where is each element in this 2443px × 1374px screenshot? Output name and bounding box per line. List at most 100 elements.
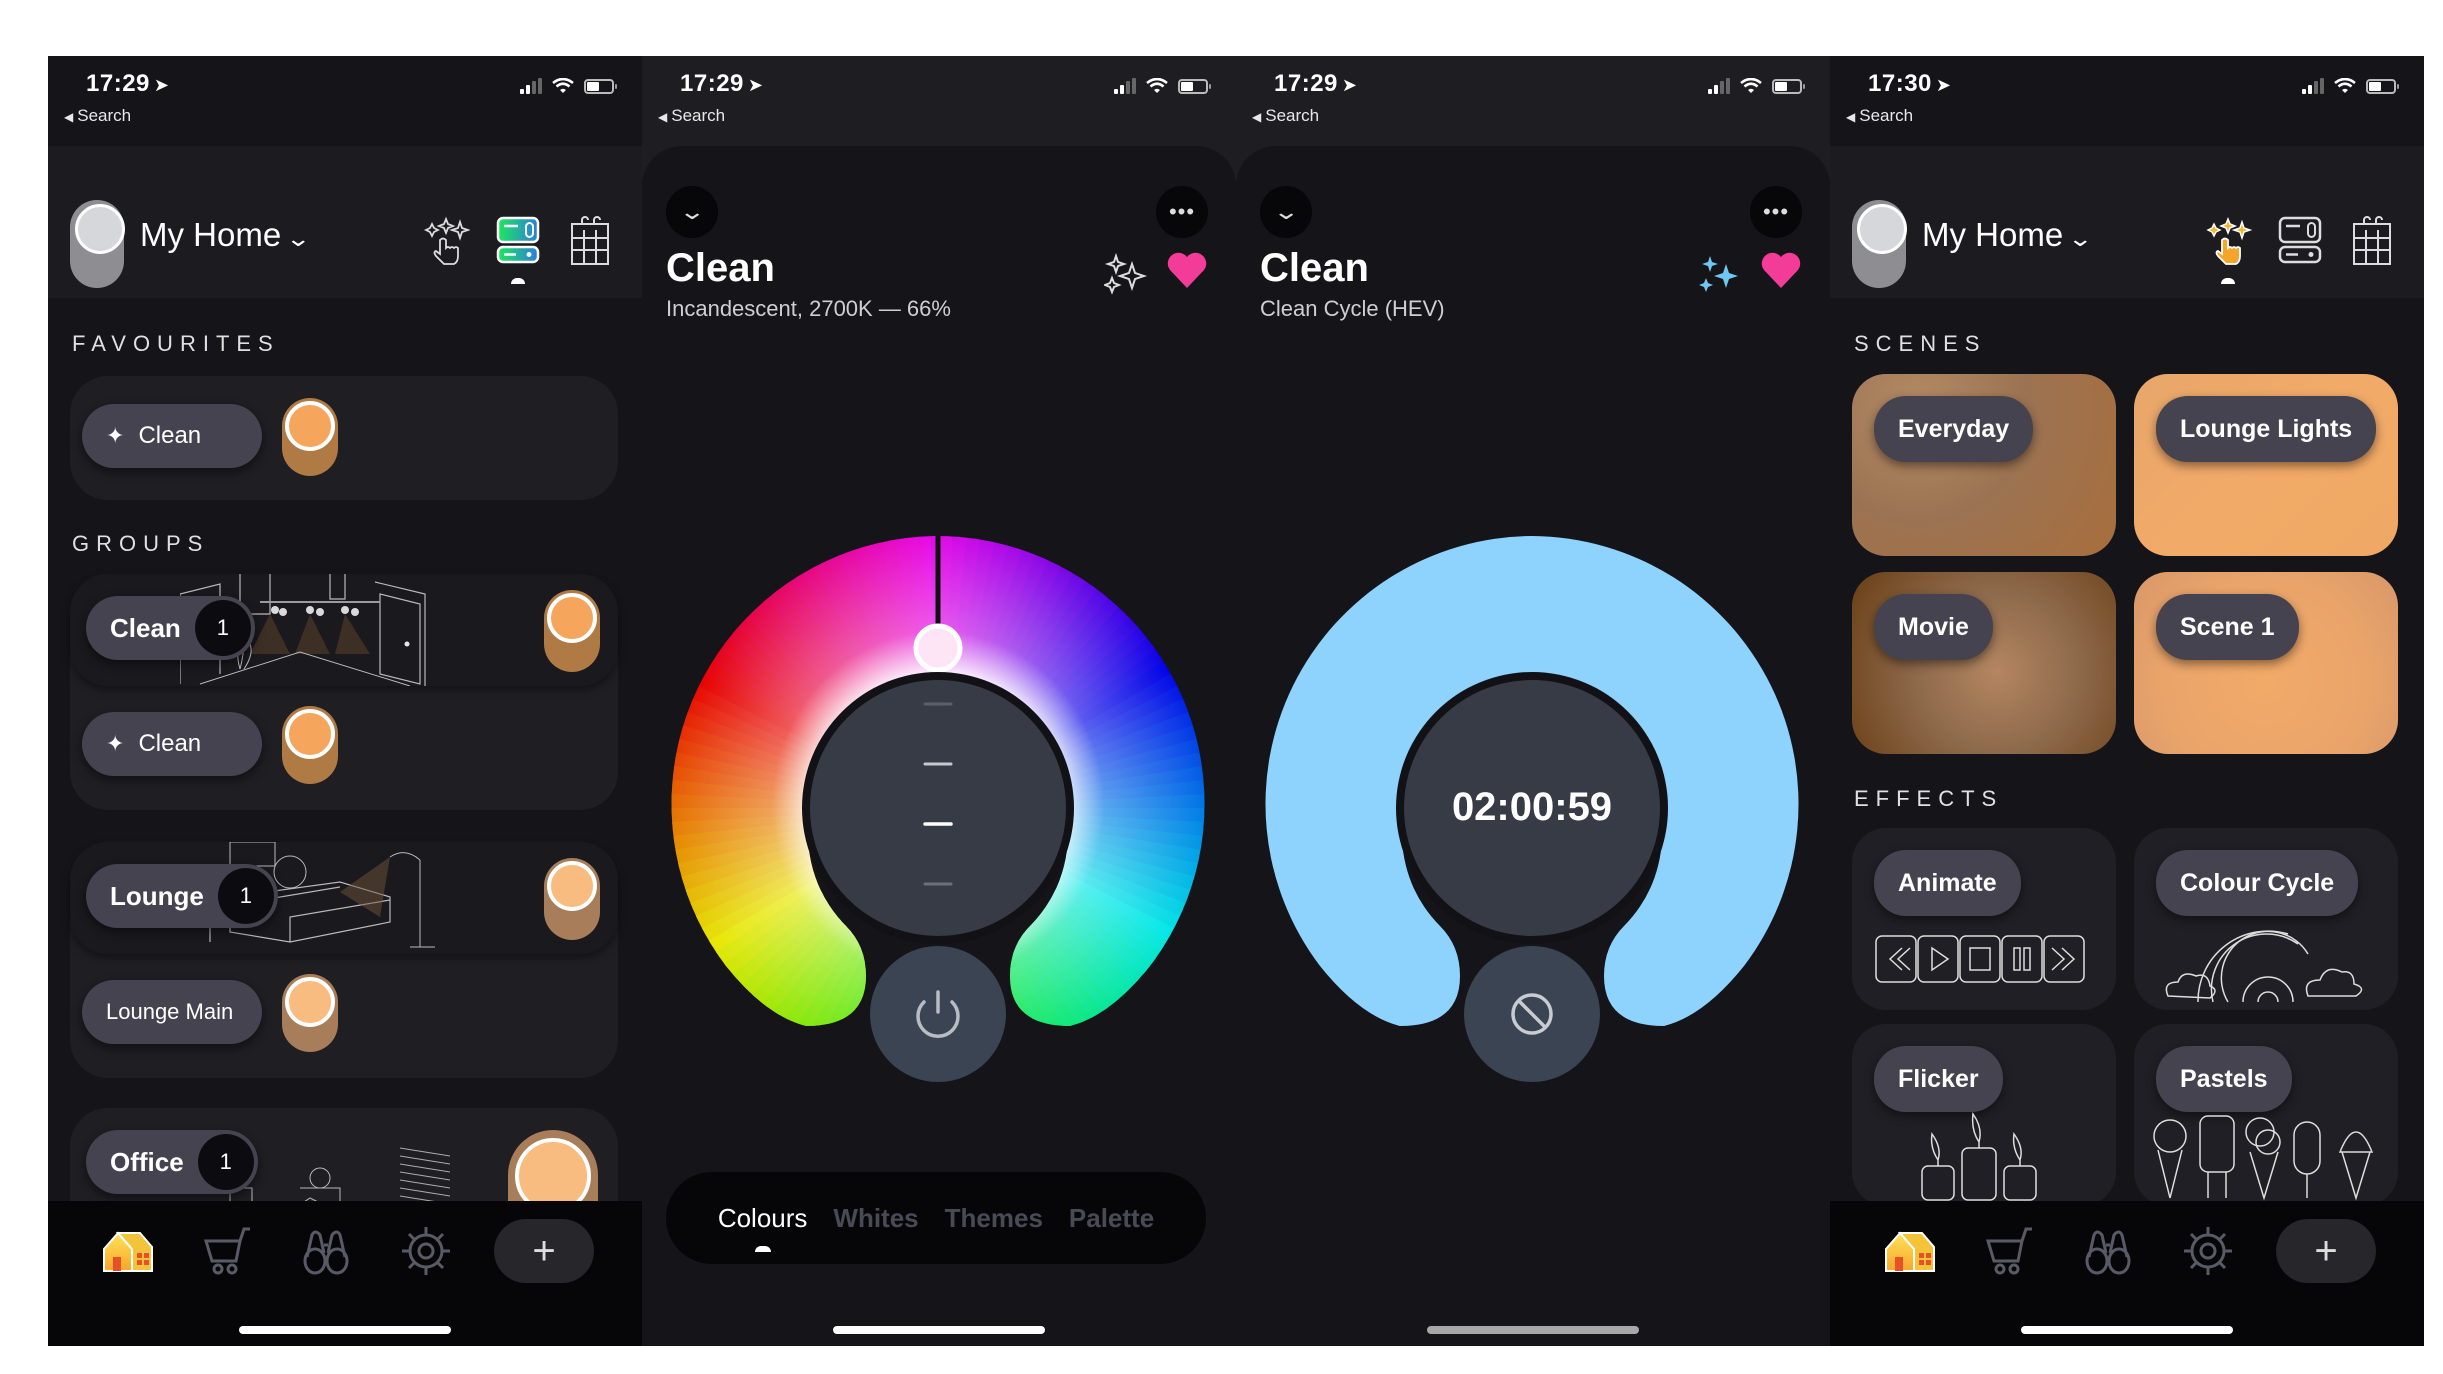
chevron-down-icon: ⌄: [1272, 199, 1300, 224]
control-sheet: ⌄ ••• Clean Incandescent, 2700K — 66% Co…: [642, 146, 1236, 1346]
active-indicator: [511, 278, 525, 284]
wifi-icon: [2334, 78, 2356, 93]
effects-sparkles-icon[interactable]: [1104, 252, 1148, 296]
tab-colours[interactable]: Colours: [718, 1203, 807, 1252]
favourites-heading: FAVOURITES: [72, 331, 280, 356]
effect-label: Colour Cycle: [2156, 850, 2359, 916]
back-to-search-link[interactable]: ◀ Search: [1846, 106, 1913, 126]
scenes-hand-sparkle-icon[interactable]: [2204, 216, 2253, 284]
collapse-button[interactable]: ⌄: [666, 186, 718, 238]
location-arrow-icon: ➤: [747, 75, 764, 95]
scene-label: Everyday: [1874, 396, 2034, 462]
cellular-signal-icon: [1114, 78, 1136, 94]
add-button[interactable]: +: [494, 1219, 594, 1283]
home-screen: 17:29 ➤ ◀ Search My Home ⌄ FAVOURITES ✦ …: [48, 56, 642, 1346]
location-arrow-icon: ➤: [153, 75, 170, 95]
light-title: Clean: [1260, 246, 1369, 290]
effect-tile-flicker[interactable]: Flicker: [1852, 1024, 2116, 1206]
active-indicator: [2221, 278, 2235, 284]
effect-tile-colour-cycle[interactable]: Colour Cycle: [2134, 828, 2398, 1010]
mode-tabs: Colours Whites Themes Palette: [666, 1172, 1206, 1264]
back-to-search-link[interactable]: ◀ Search: [658, 106, 725, 126]
tab-themes[interactable]: Themes: [945, 1203, 1043, 1234]
group-card-lounge: Lounge 1 Lounge Main: [70, 842, 618, 1078]
colour-picker-handle[interactable]: [913, 623, 963, 673]
settings-gear-icon[interactable]: [2180, 1223, 2236, 1279]
favourite-clean-toggle[interactable]: [282, 398, 338, 476]
back-to-search-link[interactable]: ◀ Search: [64, 106, 131, 126]
home-selector[interactable]: My Home ⌄: [140, 216, 311, 254]
schedule-calendar-icon[interactable]: [2348, 216, 2396, 266]
discover-binoculars-icon[interactable]: [2080, 1223, 2136, 1279]
group-clean-toggle[interactable]: [544, 590, 600, 672]
device-clean-toggle[interactable]: [282, 706, 338, 784]
more-options-button[interactable]: •••: [1750, 186, 1802, 238]
tab-palette[interactable]: Palette: [1069, 1203, 1154, 1234]
home-icon[interactable]: [1882, 1223, 1938, 1279]
light-title: Clean: [666, 246, 775, 290]
device-count-badge: 1: [197, 1134, 254, 1190]
effect-tile-animate[interactable]: Animate: [1852, 828, 2116, 1010]
location-arrow-icon: ➤: [1935, 75, 1952, 95]
scene-tile-scene-1[interactable]: Scene 1: [2134, 572, 2398, 754]
brightness-dial[interactable]: [810, 680, 1066, 936]
effect-label: Animate: [1874, 850, 2021, 916]
home-power-toggle[interactable]: [1852, 200, 1907, 288]
schedule-calendar-icon[interactable]: [566, 216, 614, 266]
status-bar: 17:29 ➤ ◀ Search: [48, 56, 642, 146]
control-sheet: ⌄ ••• Clean Clean Cycle (HEV) 02:00:59: [1236, 146, 1830, 1346]
home-header: My Home ⌄: [1830, 146, 2424, 298]
devices-toggle-icon[interactable]: [494, 216, 542, 284]
discover-binoculars-icon[interactable]: [298, 1223, 354, 1279]
wifi-icon: [552, 78, 574, 93]
home-indicator: [239, 1326, 451, 1334]
chevron-down-icon: ⌄: [678, 199, 706, 224]
settings-gear-icon[interactable]: [398, 1223, 454, 1279]
home-selector[interactable]: My Home ⌄: [1922, 216, 2093, 254]
effect-tile-pastels[interactable]: Pastels: [2134, 1024, 2398, 1206]
bottom-tab-bar: +: [48, 1201, 642, 1346]
device-clean-button[interactable]: ✦ Clean: [82, 712, 262, 776]
group-lounge-button[interactable]: Lounge 1: [86, 864, 278, 928]
shop-cart-icon[interactable]: [1982, 1223, 2038, 1279]
cellular-signal-icon: [520, 78, 542, 94]
more-options-button[interactable]: •••: [1156, 186, 1208, 238]
scene-tile-everyday[interactable]: Everyday: [1852, 374, 2116, 556]
battery-icon: [2366, 78, 2399, 94]
group-lounge-toggle[interactable]: [544, 858, 600, 940]
scene-tile-lounge-lights[interactable]: Lounge Lights: [2134, 374, 2398, 556]
battery-icon: [1772, 78, 1805, 94]
scenes-hand-sparkle-icon[interactable]: [422, 216, 470, 266]
effects-sparkles-icon[interactable]: [1698, 252, 1742, 296]
device-lounge-main-button[interactable]: Lounge Main: [82, 980, 262, 1044]
favourite-heart-icon[interactable]: [1166, 250, 1208, 290]
media-controls-art-icon: [1875, 935, 2085, 983]
power-button[interactable]: [870, 946, 1006, 1082]
status-time: 17:30 ➤: [1868, 70, 1952, 97]
favourite-heart-icon[interactable]: [1760, 250, 1802, 290]
home-indicator: [1427, 1326, 1639, 1334]
home-indicator: [833, 1326, 1045, 1334]
bottom-tab-bar: +: [1830, 1201, 2424, 1346]
device-lounge-main-toggle[interactable]: [282, 974, 338, 1052]
wifi-icon: [1146, 78, 1168, 93]
back-to-search-link[interactable]: ◀ Search: [1252, 106, 1319, 126]
add-button[interactable]: +: [2276, 1219, 2376, 1283]
sparkles-icon: ✦: [106, 423, 125, 448]
favourite-clean-button[interactable]: ✦ Clean: [82, 404, 262, 468]
home-power-toggle[interactable]: [70, 200, 125, 288]
devices-toggle-icon[interactable]: [2276, 216, 2324, 266]
colour-wheel[interactable]: [670, 536, 1206, 1096]
cellular-signal-icon: [2302, 78, 2324, 94]
tab-whites[interactable]: Whites: [833, 1203, 918, 1234]
group-clean-button[interactable]: Clean 1: [86, 596, 255, 660]
collapse-button[interactable]: ⌄: [1260, 186, 1312, 238]
home-icon[interactable]: [100, 1223, 156, 1279]
scene-label: Movie: [1874, 594, 1993, 660]
shop-cart-icon[interactable]: [200, 1223, 256, 1279]
light-subtitle: Incandescent, 2700K — 66%: [666, 296, 951, 321]
scene-tile-movie[interactable]: Movie: [1852, 572, 2116, 754]
group-office-button[interactable]: Office 1: [86, 1130, 258, 1194]
effects-heading: EFFECTS: [1854, 786, 2004, 811]
effect-timer-screen: 17:29 ➤ ◀ Search ⌄ ••• Clean Clean Cycle (…: [1236, 56, 1830, 1346]
